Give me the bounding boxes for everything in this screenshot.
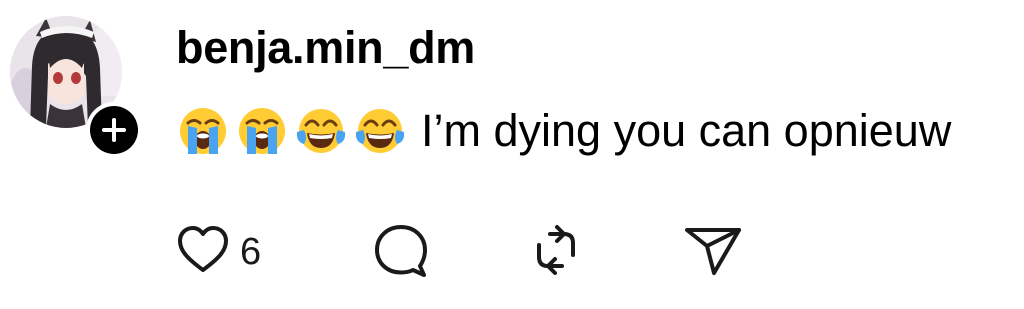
comment-icon	[372, 221, 430, 284]
loudly-crying-face-icon	[178, 106, 228, 156]
like-count: 6	[240, 231, 262, 273]
post-caption: I’m dying you can opnieuw	[178, 103, 951, 159]
comment-button[interactable]	[372, 222, 430, 282]
face-with-tears-of-joy-icon	[355, 106, 405, 156]
share-icon	[682, 220, 744, 285]
thread-post: benja.min_dm I’m dying you can opnieuw 6	[0, 0, 1024, 309]
loudly-crying-face-icon	[237, 106, 287, 156]
username[interactable]: benja.min_dm	[176, 20, 475, 76]
face-with-tears-of-joy-icon	[296, 106, 346, 156]
like-button[interactable]: 6	[176, 222, 261, 282]
follow-button[interactable]	[86, 102, 142, 158]
caption-text: I’m dying you can opnieuw	[421, 105, 952, 156]
avatar-container	[10, 16, 142, 158]
repost-icon	[526, 220, 586, 285]
plus-icon	[90, 106, 138, 154]
heart-icon	[176, 225, 230, 280]
repost-button[interactable]	[526, 222, 586, 282]
share-button[interactable]	[682, 222, 744, 282]
